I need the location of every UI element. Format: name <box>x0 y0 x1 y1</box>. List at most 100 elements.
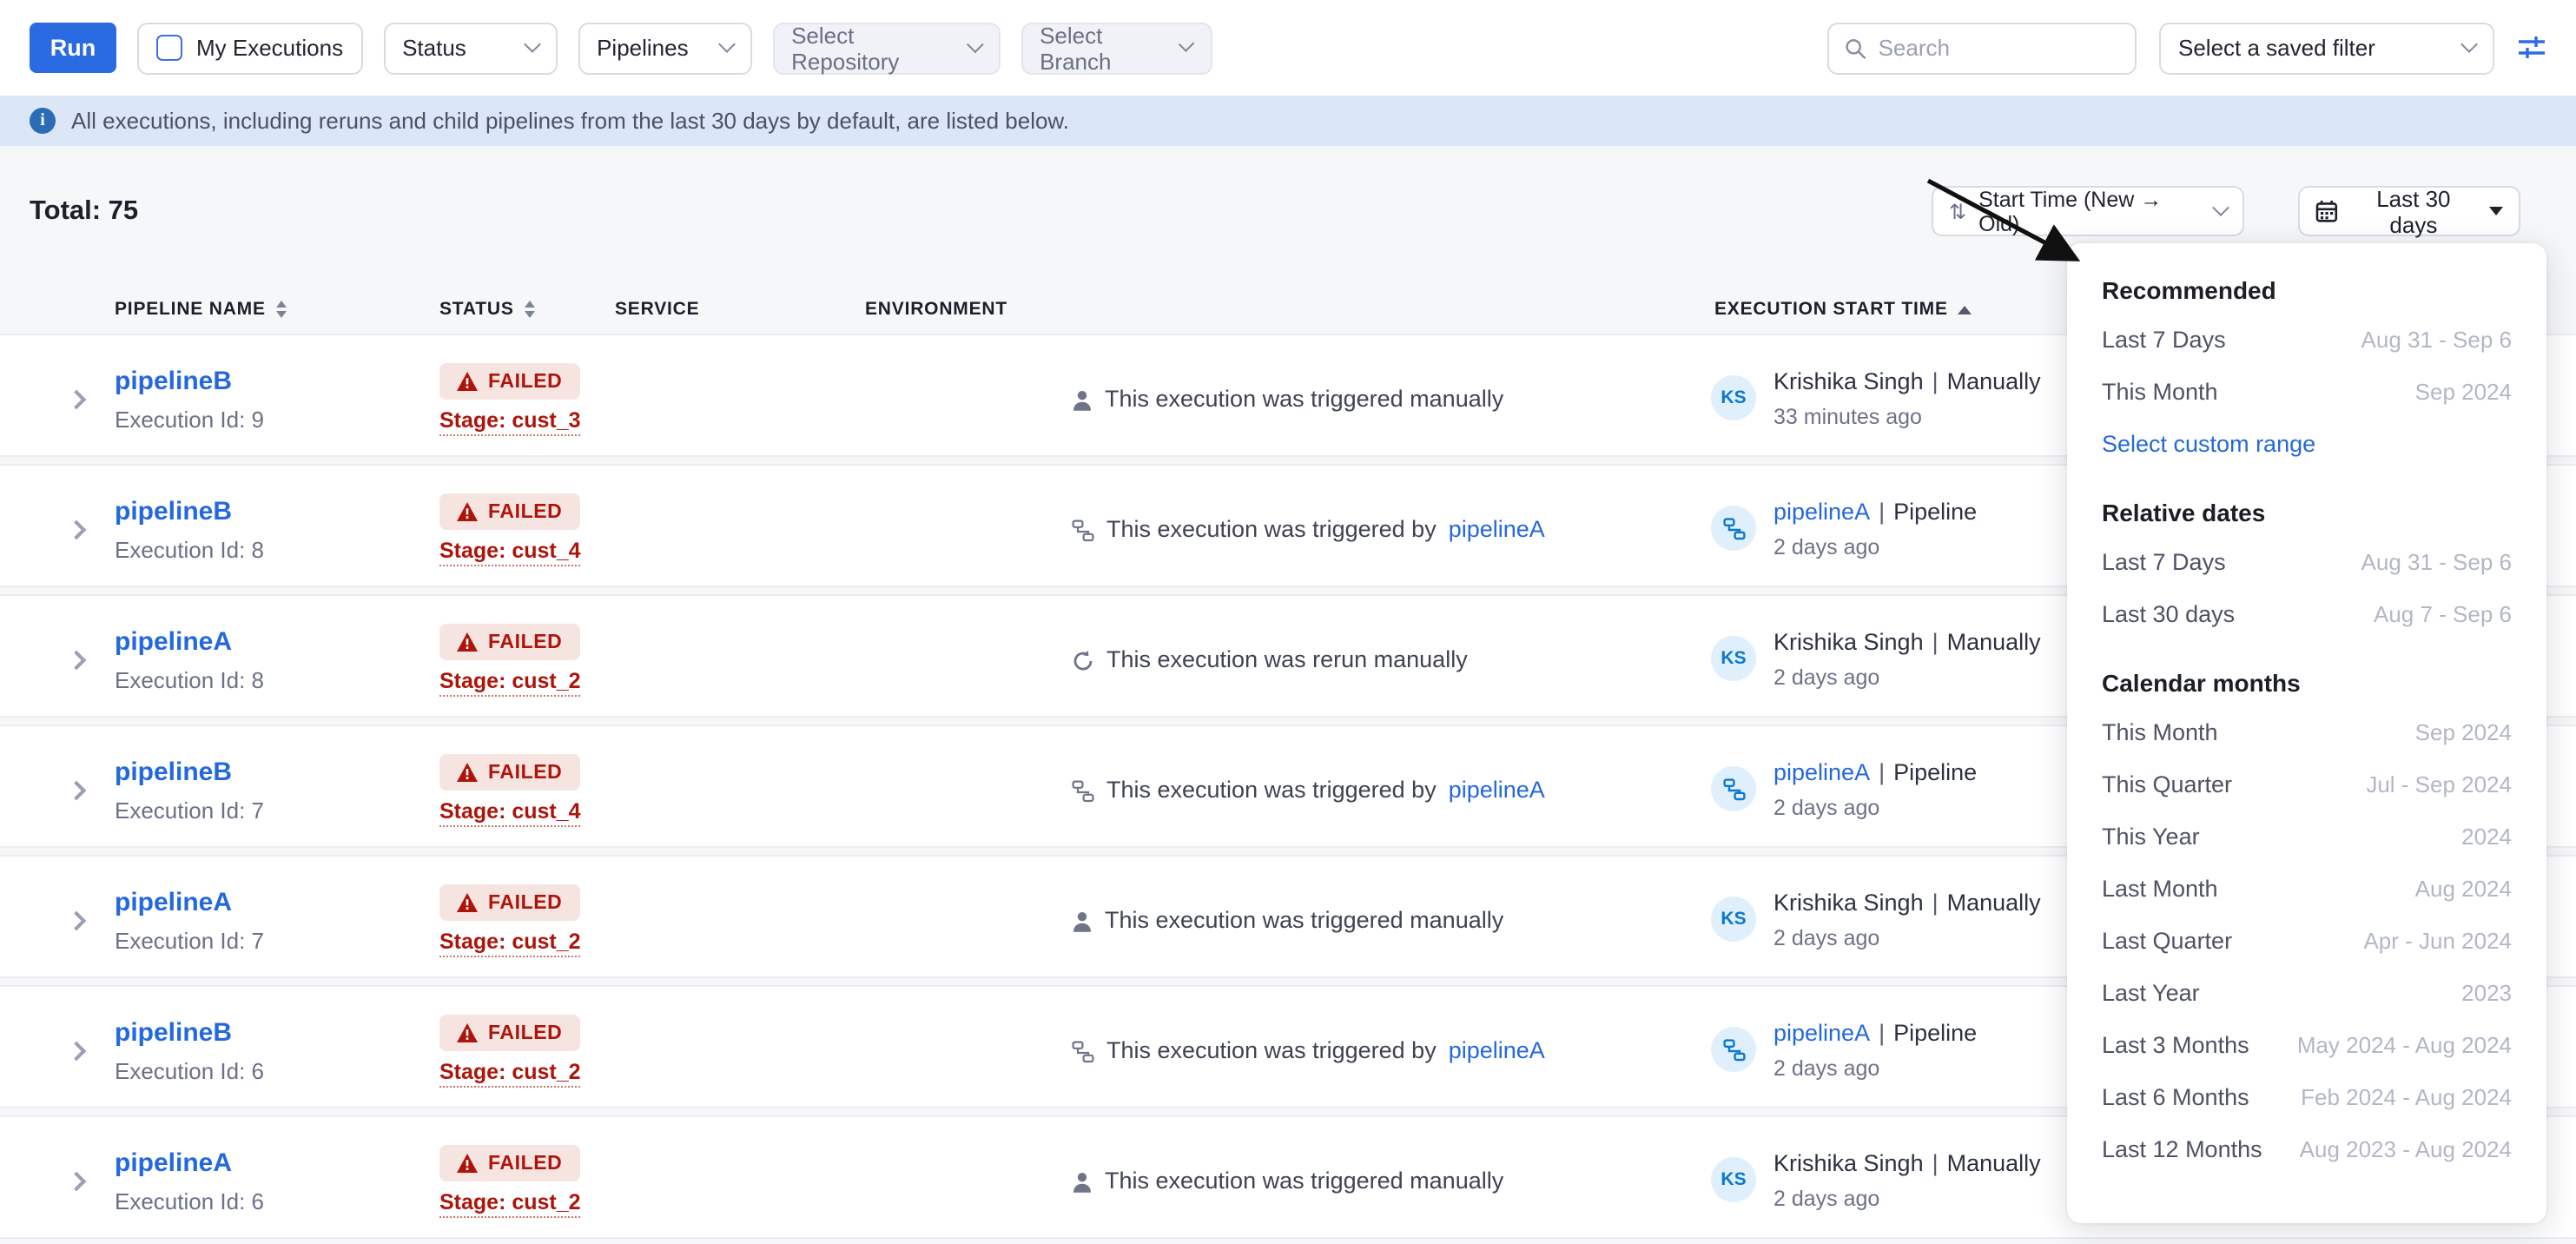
date-range-label: Last 30 days <box>2350 185 2477 237</box>
trigger-pipeline-link[interactable]: pipelineA <box>1449 516 1545 544</box>
expand-row-button[interactable] <box>69 775 83 806</box>
menu-item-label: Last 6 Months <box>2102 1083 2249 1109</box>
chevron-right-icon <box>67 781 87 801</box>
menu-item-range: Aug 2024 <box>2415 875 2512 901</box>
chevron-right-icon <box>67 651 87 671</box>
menu-item-last-12-months[interactable]: Last 12 MonthsAug 2023 - Aug 2024 <box>2102 1122 2512 1175</box>
total-count: Total: 75 <box>30 195 138 229</box>
menu-item-last-year[interactable]: Last Year2023 <box>2102 966 2512 1018</box>
triggered-by-name[interactable]: pipelineA <box>1773 1020 1870 1046</box>
menu-item-last-7-days[interactable]: Last 7 DaysAug 31 - Sep 6 <box>2102 313 2512 365</box>
failed-stage-link[interactable]: Stage: cust_4 <box>439 799 581 827</box>
menu-item-label: This Quarter <box>2102 771 2232 797</box>
triggered-by-name: Krishika Singh <box>1773 1150 1924 1176</box>
select-repository-label: Select Repository <box>791 22 955 74</box>
trigger-text: This execution was triggered by <box>1106 516 1437 544</box>
chevron-right-icon <box>67 390 87 410</box>
menu-item-last-quarter[interactable]: Last QuarterApr - Jun 2024 <box>2102 914 2512 966</box>
chevron-right-icon <box>67 911 87 931</box>
header-pipeline-name[interactable]: PIPELINE NAME <box>115 292 287 327</box>
expand-row-button[interactable] <box>69 645 83 676</box>
menu-item-this-quarter[interactable]: This Quarter Jul - Sep 2024 <box>2102 758 2512 810</box>
header-service: SERVICE <box>615 292 699 327</box>
warning-icon <box>457 1154 478 1173</box>
failed-stage-link[interactable]: Stage: cust_2 <box>439 1060 581 1088</box>
expand-row-button[interactable] <box>69 905 83 936</box>
failed-stage-link[interactable]: Stage: cust_2 <box>439 930 581 957</box>
date-range-button[interactable]: Last 30 days <box>2298 186 2520 236</box>
pipeline-name-link[interactable]: pipelineB <box>115 368 232 396</box>
menu-item-select-custom-range[interactable]: Select custom range <box>2102 417 2512 469</box>
warning-icon <box>457 893 478 912</box>
pipeline-trigger-icon <box>1072 779 1094 802</box>
trigger-text: This execution was triggered manually <box>1105 907 1503 935</box>
status-badge: FAILED <box>439 884 579 921</box>
menu-item-last-30-days[interactable]: Last 30 daysAug 7 - Sep 6 <box>2102 587 2512 639</box>
failed-stage-link[interactable]: Stage: cust_2 <box>439 1190 581 1218</box>
triggered-by-name[interactable]: pipelineA <box>1773 759 1870 785</box>
pipeline-name-link[interactable]: pipelineB <box>115 759 232 787</box>
chevron-down-icon <box>717 36 735 53</box>
toolbar-left: Run My Executions Status Pipelines Selec… <box>30 22 1212 74</box>
menu-item-range: Aug 2023 - Aug 2024 <box>2300 1135 2512 1161</box>
warning-icon <box>457 502 478 521</box>
menu-item-this-month[interactable]: This MonthSep 2024 <box>2102 365 2512 417</box>
trigger-type-label: Pipeline <box>1893 759 1977 785</box>
chevron-down-icon <box>2460 36 2478 53</box>
failed-stage-link[interactable]: Stage: cust_4 <box>439 539 581 566</box>
pipeline-name-link[interactable]: pipelineA <box>115 629 232 657</box>
menu-item-this-year[interactable]: This Year2024 <box>2102 810 2512 862</box>
menu-item-label: This Month <box>2102 718 2218 744</box>
pipeline-name-link[interactable]: pipelineA <box>115 890 232 917</box>
header-execution-start-time[interactable]: EXECUTION START TIME <box>1714 292 1972 327</box>
menu-item-range: Sep 2024 <box>2415 718 2512 744</box>
trigger-text: This execution was triggered by <box>1106 1037 1437 1065</box>
triggered-by: pipelineA|Pipeline <box>1773 759 1977 787</box>
menu-item-last-3-months[interactable]: Last 3 MonthsMay 2024 - Aug 2024 <box>2102 1018 2512 1070</box>
pipeline-name-link[interactable]: pipelineB <box>115 499 232 526</box>
menu-item-range: Jul - Sep 2024 <box>2366 771 2512 797</box>
pipeline-name-link[interactable]: pipelineA <box>115 1150 232 1178</box>
execution-id: Execution Id: 6 <box>115 1058 264 1084</box>
expand-row-button[interactable] <box>69 514 83 546</box>
header-status[interactable]: STATUS <box>439 292 535 327</box>
execution-id: Execution Id: 7 <box>115 797 264 824</box>
search-input[interactable] <box>1879 35 2119 61</box>
chevron-down-icon <box>967 36 983 52</box>
expand-row-button[interactable] <box>69 1036 83 1067</box>
trigger-pipeline-link[interactable]: pipelineA <box>1449 1037 1545 1065</box>
date-range-menu: RecommendedLast 7 DaysAug 31 - Sep 6This… <box>2067 243 2546 1223</box>
filter-settings-button[interactable] <box>2517 35 2546 61</box>
select-branch-dropdown[interactable]: Select Branch <box>1020 22 1212 74</box>
trigger-text: This execution was triggered manually <box>1105 386 1503 414</box>
pipelines-filter-dropdown[interactable]: Pipelines <box>578 22 751 74</box>
triggered-by-name[interactable]: pipelineA <box>1773 499 1870 525</box>
saved-filter-dropdown[interactable]: Select a saved filter <box>2159 22 2494 74</box>
select-repository-dropdown[interactable]: Select Repository <box>772 22 1000 74</box>
trigger-type-label: Pipeline <box>1893 499 1977 525</box>
trigger-info: This execution was triggered bypipelineA <box>1072 777 1545 804</box>
trigger-info: This execution was triggered manually <box>1072 386 1503 414</box>
sort-dropdown[interactable]: ⇅ Start Time (New → Old) <box>1932 186 2244 236</box>
menu-item-last-6-months[interactable]: Last 6 MonthsFeb 2024 - Aug 2024 <box>2102 1070 2512 1122</box>
trigger-text: This execution was rerun manually <box>1106 646 1468 674</box>
header-label: EXECUTION START TIME <box>1714 292 1948 327</box>
my-executions-checkbox[interactable] <box>156 35 182 61</box>
menu-item-label: This Month <box>2102 378 2218 404</box>
menu-item-this-month[interactable]: This Month Sep 2024 <box>2102 705 2512 758</box>
failed-stage-link[interactable]: Stage: cust_3 <box>439 408 581 436</box>
menu-item-last-7-days[interactable]: Last 7 DaysAug 31 - Sep 6 <box>2102 535 2512 587</box>
menu-item-last-month[interactable]: Last MonthAug 2024 <box>2102 862 2512 914</box>
expand-row-button[interactable] <box>69 1166 83 1197</box>
pipelines-filter-label: Pipelines <box>597 35 689 61</box>
failed-stage-link[interactable]: Stage: cust_2 <box>439 669 581 697</box>
pipeline-name-link[interactable]: pipelineB <box>115 1020 232 1048</box>
expand-row-button[interactable] <box>69 384 83 415</box>
header-label: STATUS <box>439 292 514 327</box>
trigger-pipeline-link[interactable]: pipelineA <box>1449 777 1545 804</box>
status-filter-dropdown[interactable]: Status <box>383 22 557 74</box>
menu-item-label: Last Year <box>2102 979 2200 1005</box>
sort-both-icon <box>276 301 287 318</box>
my-executions-toggle[interactable]: My Executions <box>137 22 362 74</box>
run-button[interactable]: Run <box>30 23 116 73</box>
